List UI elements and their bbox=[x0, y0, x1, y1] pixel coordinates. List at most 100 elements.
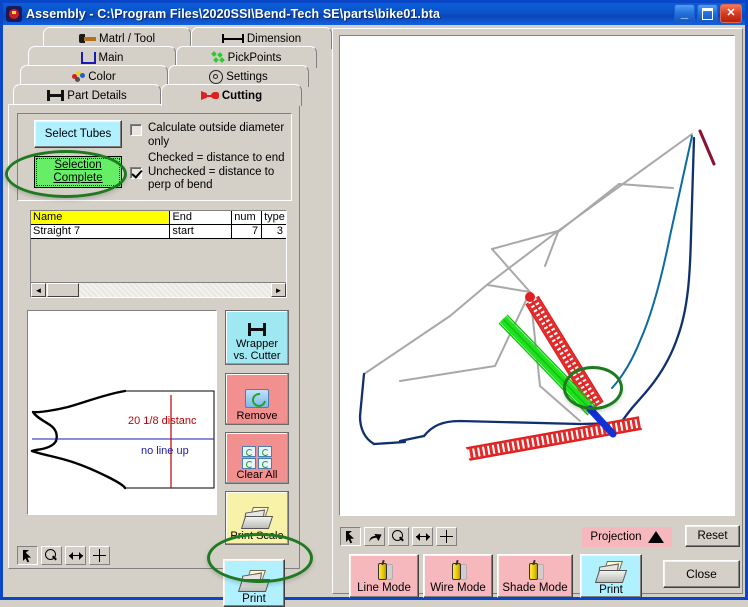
application-window: Assembly - C:\Program Files\2020SSI\Bend… bbox=[0, 0, 748, 607]
wrapper-vs-cutter-button[interactable]: Wrapper vs. Cutter bbox=[225, 310, 289, 365]
tab-part-details[interactable]: Part Details bbox=[13, 84, 161, 106]
close-label: Close bbox=[686, 567, 717, 581]
wire-mode-button[interactable]: Wire Mode bbox=[423, 554, 493, 598]
magnifier-zoom-icon bbox=[45, 549, 58, 562]
tab-cutting[interactable]: Cutting bbox=[161, 84, 302, 106]
part-details-icon bbox=[47, 90, 65, 101]
outside-diameter-checkbox[interactable] bbox=[130, 124, 142, 136]
folder-refresh-icon bbox=[245, 388, 269, 408]
wire-mode-label: Wire Mode bbox=[430, 582, 486, 594]
cell-name: Straight 7 bbox=[31, 225, 171, 239]
vp-pan-button[interactable] bbox=[436, 527, 457, 546]
remove-button[interactable]: Remove bbox=[225, 373, 289, 425]
wrapper-label-1: Wrapper bbox=[236, 337, 278, 350]
dimension-icon bbox=[221, 34, 244, 43]
vp-select-arrow-button[interactable] bbox=[340, 527, 361, 546]
scroll-left-arrow-icon[interactable]: ◄ bbox=[31, 283, 46, 297]
printer-icon bbox=[594, 561, 628, 583]
grid-header-row: Name End num type bbox=[31, 211, 286, 225]
outside-diameter-label: Calculate outside diameter only bbox=[148, 122, 285, 148]
grid-header-type[interactable]: type bbox=[262, 211, 286, 225]
remove-label: Remove bbox=[236, 409, 278, 422]
tube-list-grid[interactable]: Name End num type Straight 7 start 7 3 ◄ bbox=[30, 210, 287, 298]
maximize-button[interactable] bbox=[697, 4, 718, 23]
vp-rotate-button[interactable] bbox=[364, 527, 385, 546]
grid-header-num[interactable]: num bbox=[232, 211, 263, 225]
tab-label: Matrl / Tool bbox=[98, 32, 156, 45]
select-arrow-icon bbox=[23, 549, 32, 562]
model-3d-svg bbox=[340, 36, 734, 515]
tab-label: Main bbox=[98, 51, 124, 64]
shade-mode-label: Shade Mode bbox=[502, 582, 568, 594]
cell-end: start bbox=[170, 225, 233, 239]
selection-complete-button[interactable]: Selection Complete bbox=[34, 156, 122, 188]
print-scale-button[interactable]: Print Scale bbox=[225, 491, 289, 545]
grid-header-name[interactable]: Name bbox=[31, 211, 171, 225]
tab-row-4: Part Details Cutting bbox=[13, 84, 302, 106]
model-viewport[interactable] bbox=[339, 35, 735, 516]
reset-label: Reset bbox=[697, 530, 728, 542]
fit-horizontal-icon bbox=[415, 532, 430, 542]
close-dialog-button[interactable]: Close bbox=[663, 560, 740, 588]
drawing-dimension-text: 20 1/8 distanc bbox=[128, 415, 197, 427]
scroll-right-arrow-icon[interactable]: ► bbox=[271, 283, 286, 297]
select-arrow-tool-button[interactable] bbox=[17, 546, 38, 565]
table-row[interactable]: Straight 7 start 7 3 bbox=[31, 225, 286, 239]
outside-diameter-row[interactable]: Calculate outside diameter only bbox=[130, 122, 288, 149]
fit-horizontal-tool-button[interactable] bbox=[65, 546, 86, 565]
mode-button-bar: Line Mode Wire Mode Shade Mode Print Clo… bbox=[333, 554, 742, 599]
select-tubes-label: Select Tubes bbox=[44, 128, 112, 140]
wrapper-cutter-icon bbox=[248, 322, 266, 336]
window-controls: _ ✕ bbox=[674, 4, 742, 23]
distance-mode-checkbox[interactable] bbox=[130, 167, 142, 179]
rotate-icon bbox=[368, 531, 382, 543]
clear-all-pages-icon bbox=[242, 445, 272, 469]
close-icon: ✕ bbox=[726, 7, 736, 19]
tube-icon bbox=[374, 559, 394, 580]
grid-empty-body bbox=[31, 239, 286, 281]
print-left-label: Print bbox=[242, 593, 266, 605]
line-mode-button[interactable]: Line Mode bbox=[349, 554, 419, 598]
reset-button[interactable]: Reset bbox=[685, 525, 740, 547]
minimize-button[interactable]: _ bbox=[674, 4, 695, 23]
grid-horizontal-scrollbar[interactable]: ◄ ► bbox=[31, 282, 286, 297]
hammer-icon bbox=[78, 33, 96, 44]
projection-button[interactable]: Projection bbox=[582, 527, 672, 547]
viewer-panel: Projection Reset Line Mode Wire Mode Sha… bbox=[332, 28, 743, 598]
scroll-track[interactable] bbox=[79, 283, 271, 297]
gear-icon bbox=[209, 69, 224, 84]
triangle-up-icon bbox=[647, 531, 664, 543]
cutting-icon bbox=[201, 90, 219, 101]
clear-all-label: Clear All bbox=[236, 468, 278, 481]
vp-fit-horizontal-button[interactable] bbox=[412, 527, 433, 546]
tab-label: Color bbox=[88, 70, 116, 83]
app-icon bbox=[6, 6, 22, 22]
wrapper-label-2: vs. Cutter bbox=[233, 349, 281, 362]
wrapper-drawing-preview[interactable]: 20 1/8 distanc no line up bbox=[27, 310, 217, 515]
selection-complete-label-1: Selection bbox=[54, 158, 102, 171]
print-right-label: Print bbox=[599, 584, 623, 596]
color-palette-icon bbox=[72, 71, 86, 82]
clear-all-button[interactable]: Clear All bbox=[225, 432, 289, 484]
grid-header-end[interactable]: End bbox=[170, 211, 233, 225]
print-button-right[interactable]: Print bbox=[580, 554, 642, 598]
magnifier-zoom-icon bbox=[392, 530, 405, 543]
print-scale-label: Print Scale bbox=[230, 529, 284, 542]
viewport-toolbar bbox=[340, 527, 457, 546]
close-window-button[interactable]: ✕ bbox=[720, 4, 742, 23]
select-tubes-button[interactable]: Select Tubes bbox=[34, 120, 122, 148]
shade-mode-button[interactable]: Shade Mode bbox=[497, 554, 573, 598]
tab-label: Part Details bbox=[67, 89, 127, 102]
tube-icon bbox=[525, 559, 545, 580]
distance-mode-row[interactable]: Checked = distance to end Unchecked = di… bbox=[130, 152, 292, 193]
cell-num: 7 bbox=[232, 225, 263, 239]
distance-mode-line-2: Unchecked = distance to bbox=[148, 165, 275, 178]
tab-label: Cutting bbox=[221, 89, 263, 102]
cell-type: 3 bbox=[262, 225, 286, 239]
vp-zoom-button[interactable] bbox=[388, 527, 409, 546]
scroll-thumb[interactable] bbox=[47, 283, 79, 297]
zoom-tool-button[interactable] bbox=[41, 546, 62, 565]
maximize-icon bbox=[698, 5, 717, 22]
select-arrow-icon bbox=[346, 530, 355, 543]
pan-tool-button[interactable] bbox=[89, 546, 110, 565]
